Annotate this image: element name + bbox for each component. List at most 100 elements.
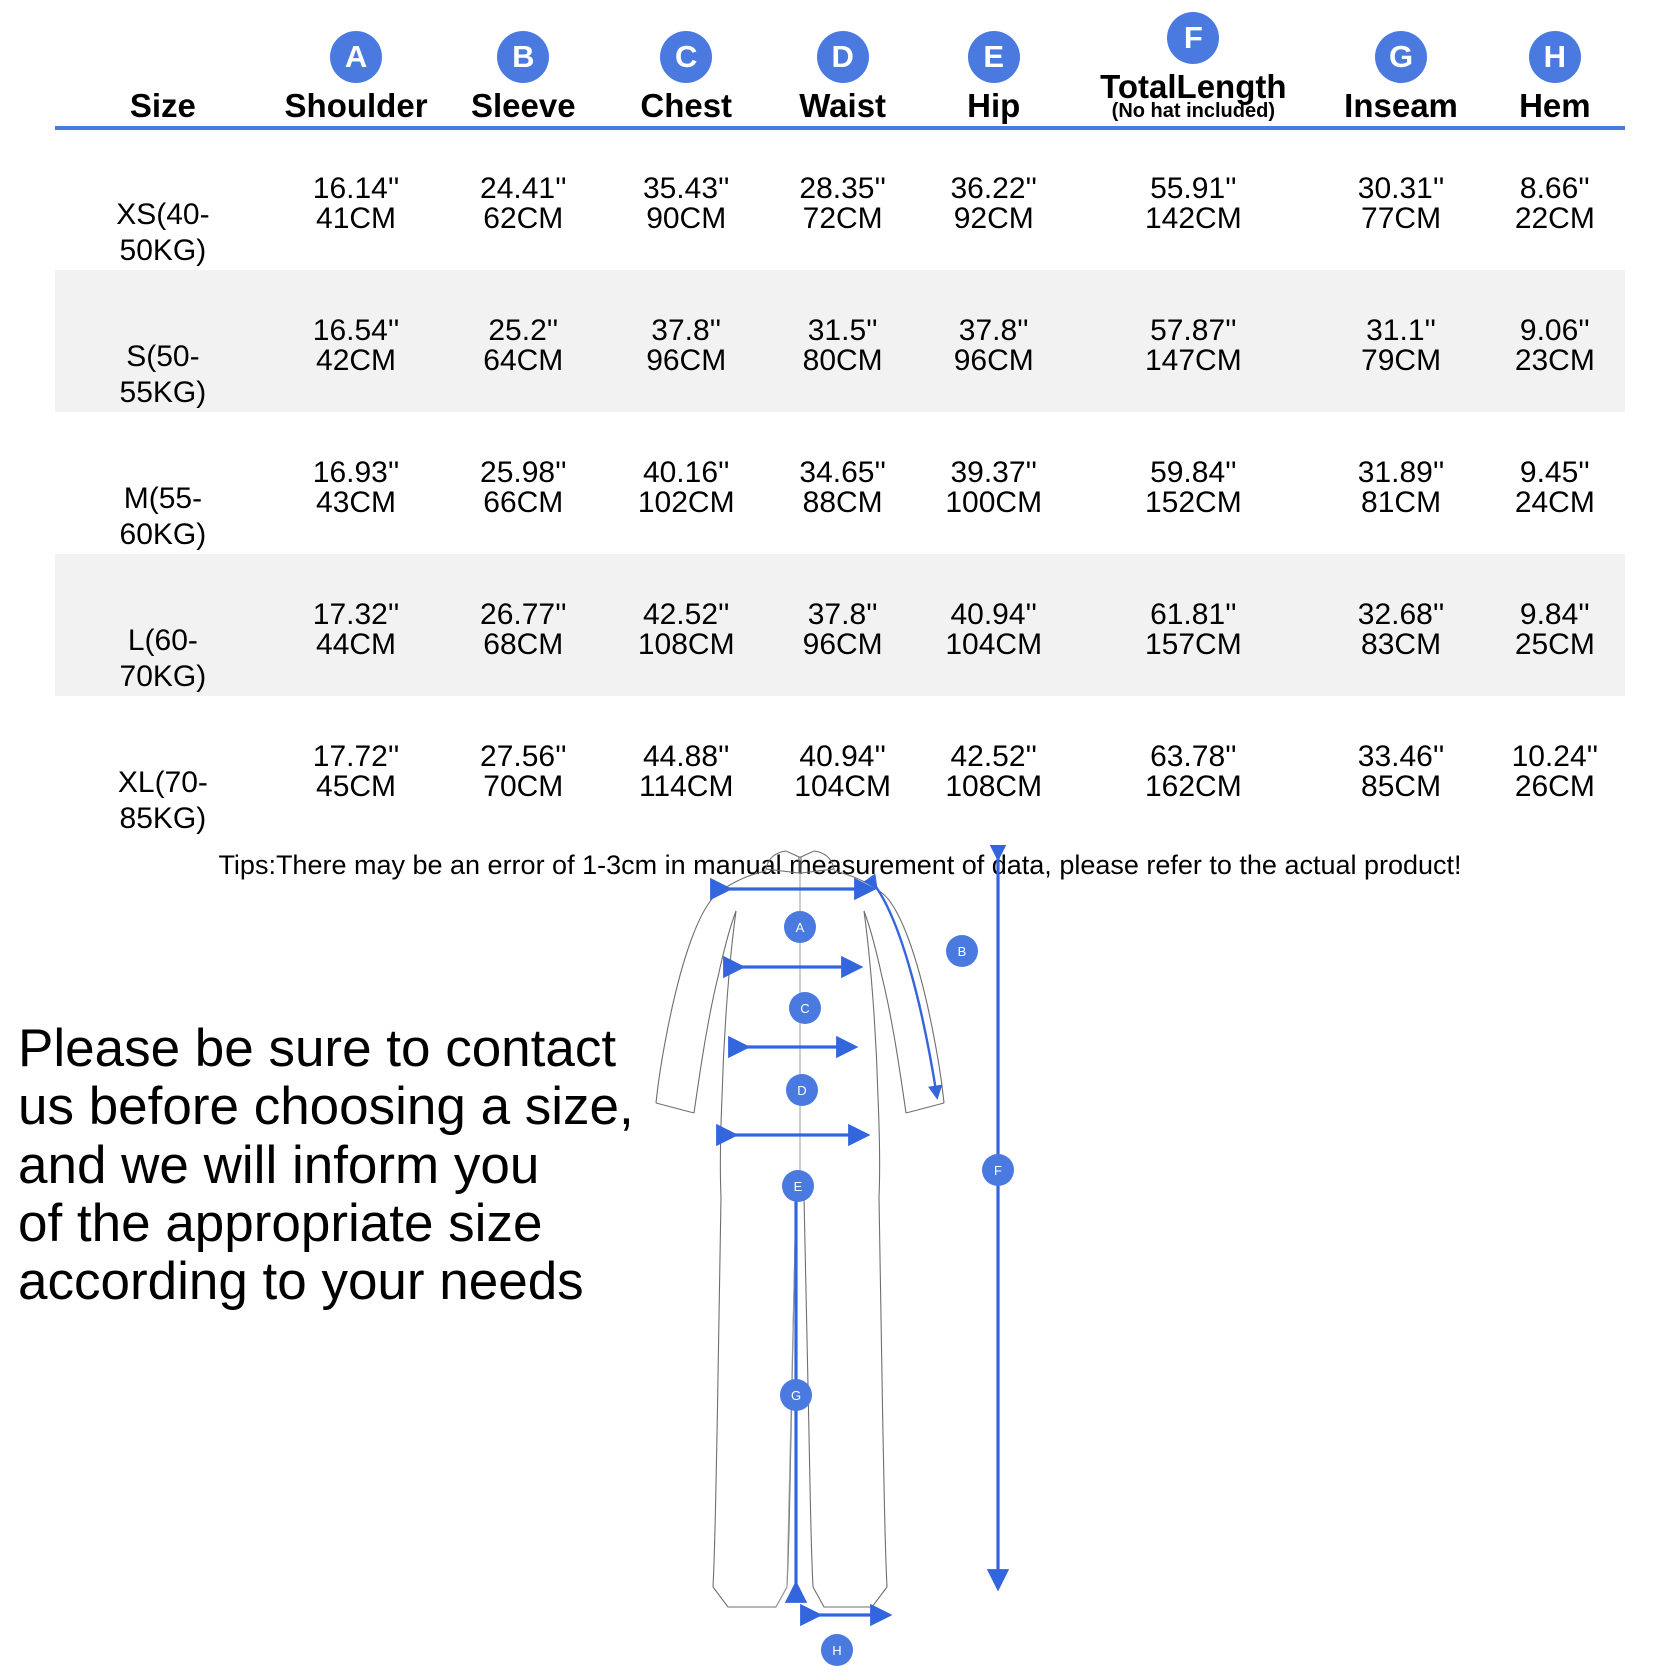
cell-cm: 88CM [802, 486, 883, 519]
contact-notice-line-3: and we will inform you [18, 1135, 540, 1195]
cell-inch: 10.24'' [1511, 740, 1599, 773]
cell-cm: 96CM [953, 344, 1034, 377]
cell-inch: 34.65'' [799, 456, 886, 489]
cell-cm: 26CM [1514, 770, 1595, 803]
cell-inch: 16.14'' [312, 172, 400, 205]
marker-label-f: F [994, 1163, 1002, 1178]
contact-notice-line-4: of the appropriate size [18, 1193, 543, 1253]
column-header-shoulder-label: Shoulder [284, 87, 428, 124]
column-header-shoulder: A Shoulder [270, 0, 442, 130]
marker-label-b: B [958, 944, 967, 959]
cell-cm: 162CM [1144, 770, 1242, 803]
cell-cm: 142CM [1144, 202, 1242, 235]
cell-inch: 16.93'' [312, 456, 400, 489]
cell-cm: 147CM [1144, 344, 1242, 377]
cell-cm: 90CM [646, 202, 727, 235]
marker-badge-a: A [784, 911, 816, 943]
column-header-waist-label: Waist [799, 87, 887, 124]
garment-collar [765, 850, 835, 874]
cell-cm: 64CM [483, 344, 564, 377]
cell-inch: 37.8'' [958, 314, 1029, 347]
row-size-label-s: S(50- 55KG) [55, 270, 271, 412]
cell-cm: 81CM [1361, 486, 1442, 519]
marker-badge-d: D [786, 1074, 818, 1106]
row-size-label-xs: XS(40- 50KG) [55, 128, 271, 270]
cell-cm: 104CM [945, 628, 1043, 661]
table-row: 41CM 62CM 90CM 72CM 92CM 142CM 77CM 22CM [55, 204, 1625, 270]
cell-inch: 63.78'' [1150, 740, 1237, 773]
cell-inch: 9.84'' [1519, 598, 1590, 631]
cell-inch: 40.94'' [950, 598, 1037, 631]
column-header-sleeve-label: Sleeve [470, 87, 576, 124]
cell-inch: 57.87'' [1150, 314, 1237, 347]
row-size-label-xl: XL(70- 85KG) [55, 696, 271, 838]
row-size-label-m: M(55- 60KG) [55, 412, 271, 554]
cell-cm: 104CM [794, 770, 892, 803]
cell-inch: 44.88'' [642, 740, 730, 773]
cell-inch: 26.77'' [480, 598, 567, 631]
badge-h-icon: H [1528, 31, 1581, 83]
cell-cm: 62CM [483, 202, 564, 235]
cell-inch: 25.2'' [488, 314, 559, 347]
cell-cm: 44CM [316, 628, 397, 661]
table-row: M(55- 60KG) 16.93'' 25.98'' 40.16'' 34.6… [55, 412, 1625, 552]
badge-b-icon: B [497, 31, 550, 83]
cell-inch: 32.68'' [1357, 598, 1445, 631]
cell-inch: 16.54'' [312, 314, 400, 347]
cell-cm: 77CM [1361, 202, 1442, 235]
table-row: 43CM 66CM 102CM 88CM 100CM 152CM 81CM 24… [55, 488, 1625, 554]
size-label-line2: 70KG) [119, 660, 207, 694]
cell-inch: 31.5'' [807, 314, 878, 347]
column-header-totallength: F TotalLength (No hat included) [1069, 0, 1318, 130]
column-header-inseam: G Inseam [1317, 0, 1485, 130]
marker-label-e: E [794, 1179, 803, 1194]
cell-cm: 92CM [953, 202, 1034, 235]
cell-cm: 24CM [1514, 486, 1595, 519]
table-header: Size A Shoulder B Sleeve C Chest D Waist… [55, 0, 1625, 130]
size-label-line1: XS(40- [116, 197, 210, 231]
size-label-line1: L(60- [127, 623, 198, 657]
table-row: 45CM 70CM 114CM 104CM 108CM 162CM 85CM 2… [55, 772, 1625, 838]
size-label-line2: 50KG) [119, 234, 207, 268]
column-header-size-label: Size [129, 87, 196, 124]
table-row: S(50- 55KG) 16.54'' 25.2'' 37.8'' 31.5''… [55, 270, 1625, 409]
cell-inch: 55.91'' [1150, 172, 1237, 205]
cell-cm: 42CM [316, 344, 397, 377]
column-header-chest: C Chest [605, 0, 768, 130]
marker-badge-c: C [789, 992, 821, 1024]
marker-badge-b: B [946, 935, 978, 967]
column-header-totallength-label: TotalLength [1100, 68, 1287, 105]
cell-inch: 17.72'' [312, 740, 400, 773]
marker-label-d: D [797, 1083, 806, 1098]
cell-inch: 42.52'' [642, 598, 730, 631]
cell-inch: 37.8'' [807, 598, 878, 631]
garment-measurement-diagram: A B C D E F G H [600, 845, 1060, 1675]
cell-cm: 152CM [1144, 486, 1242, 519]
column-header-sleeve: B Sleeve [441, 0, 606, 130]
size-label-line1: S(50- [126, 339, 200, 373]
column-header-hip: E Hip [918, 0, 1070, 130]
cell-cm: 100CM [945, 486, 1043, 519]
column-header-hip-label: Hip [967, 87, 1021, 124]
cell-inch: 30.31'' [1357, 172, 1445, 205]
contact-notice-line-1: Please be sure to contact [18, 1019, 617, 1078]
cell-cm: 41CM [316, 202, 397, 235]
cell-cm: 114CM [638, 770, 734, 803]
cell-inch: 36.22'' [950, 172, 1037, 205]
cell-cm: 43CM [316, 486, 397, 519]
contact-notice: Please be sure to contact us before choo… [18, 1019, 658, 1311]
cell-cm: 96CM [646, 344, 727, 377]
cell-cm: 72CM [802, 202, 883, 235]
table-row: XS(40- 50KG) 16.14'' 24.41'' 35.43'' 28.… [55, 128, 1625, 268]
cell-cm: 68CM [483, 628, 564, 661]
cell-cm: 45CM [316, 770, 397, 803]
cell-inch: 33.46'' [1357, 740, 1445, 773]
garment-diagram-svg: A B C D E F G H [655, 845, 1014, 1666]
cell-cm: 108CM [637, 628, 735, 661]
column-header-hem-label: Hem [1519, 87, 1591, 124]
cell-inch: 42.52'' [950, 740, 1037, 773]
table-row: 44CM 68CM 108CM 96CM 104CM 157CM 83CM 25… [55, 630, 1625, 696]
table-row: XL(70- 85KG) 17.72'' 27.56'' 44.88'' 40.… [55, 696, 1625, 836]
cell-cm: 83CM [1361, 628, 1442, 661]
cell-inch: 35.43'' [642, 172, 730, 205]
